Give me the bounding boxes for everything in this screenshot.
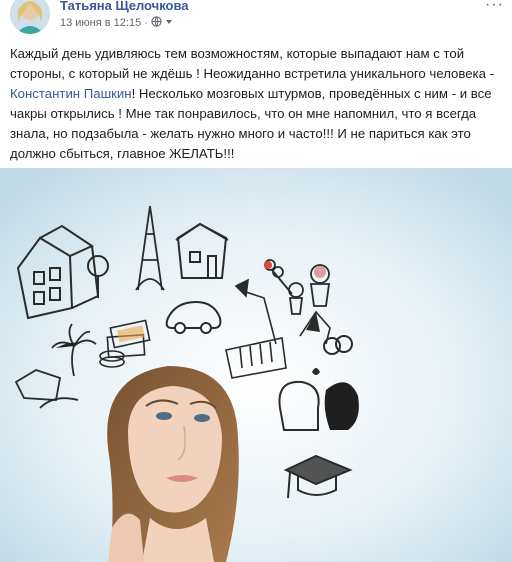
mention-link[interactable]: Константин Пашкин — [10, 86, 132, 101]
author-name[interactable]: Татьяна Щелочкова — [60, 0, 189, 13]
chevron-down-icon[interactable] — [165, 17, 173, 29]
woman-illustration — [107, 366, 239, 562]
post-date[interactable]: 13 июня в 12:15 — [60, 17, 141, 29]
meta-separator: · — [144, 17, 148, 29]
post-body: Каждый день удивляюсь тем возможностям, … — [10, 44, 500, 164]
post-text-part1: Каждый день удивляюсь тем возможностям, … — [10, 46, 495, 81]
post-meta: 13 июня в 12:15 · — [60, 16, 173, 30]
avatar[interactable] — [10, 0, 50, 34]
post-image[interactable] — [0, 168, 512, 562]
globe-icon[interactable] — [151, 16, 162, 30]
post-header: Татьяна Щелочкова 13 июня в 12:15 · ··· — [0, 0, 512, 40]
more-dots-icon[interactable]: ··· — [485, 0, 504, 14]
